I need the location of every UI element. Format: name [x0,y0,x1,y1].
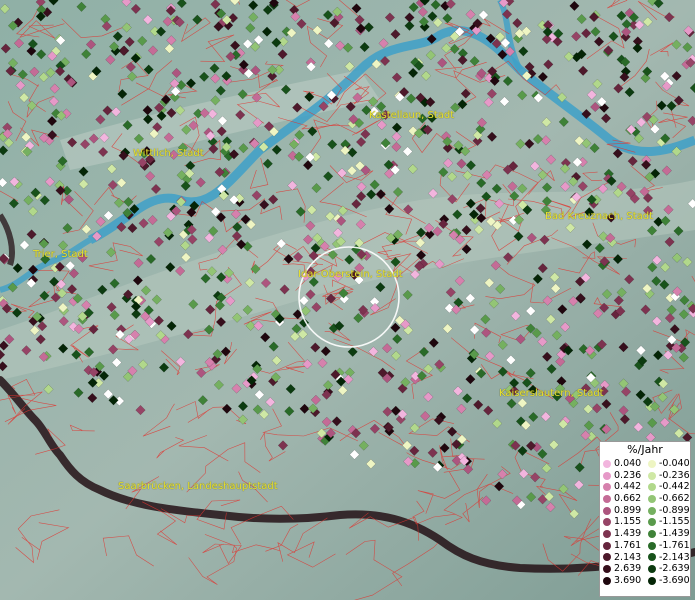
legend-label: -0.236 [659,469,690,481]
legend-swatch [648,471,656,480]
legend-label: 0.236 [614,469,642,481]
legend-swatch [648,494,656,503]
place-label-trier: Trier, Stadt [33,249,88,260]
legend-entry: 2.143 [600,552,645,564]
legend-label: 1.439 [614,528,642,540]
legend-row: 1.155 -1.155 [600,516,690,528]
legend-label: -0.040 [659,458,690,469]
legend-row: 0.662 -0.662 [600,493,690,505]
legend-label: 1.761 [614,539,642,551]
legend-swatch [648,565,656,574]
place-label-bad-kreuznach: Bad Kreuznach, Stadt [545,211,654,222]
legend-row: 0.442 -0.442 [600,481,690,493]
legend-entry: 3.690 [600,575,645,587]
legend-entry: 0.662 [600,493,645,505]
legend-swatch [648,483,656,492]
legend-row: 0.899 -0.899 [600,505,690,517]
legend-label: 2.639 [614,563,642,575]
legend-entry: 0.899 [600,505,645,517]
legend-entry: 1.761 [600,540,645,552]
legend-label: -1.155 [659,516,690,528]
legend-swatch [648,553,656,562]
legend-entry: -0.899 [645,505,690,517]
legend-row: 1.761 -1.761 [600,540,690,552]
legend-entry: -3.690 [645,575,690,587]
legend-row: 2.143 -2.143 [600,552,690,564]
legend-entry: -2.143 [645,552,690,564]
legend-swatch [603,518,611,527]
legend-label: 3.690 [614,574,642,586]
legend-label: -2.639 [659,563,690,575]
legend-entry: -1.155 [645,516,690,528]
legend-label: -2.143 [659,551,690,563]
legend-row: 1.439 -1.439 [600,528,690,540]
legend-label: -0.442 [659,481,690,493]
legend-label: -0.899 [659,504,690,516]
legend-entry: -1.761 [645,540,690,552]
legend-label: -1.439 [659,528,690,540]
legend-title: %/Jahr [627,443,663,456]
legend-swatch [648,459,656,468]
legend-swatch [648,518,656,527]
legend-entry: -0.236 [645,470,690,482]
place-label-kaiserslautern: Kaiserslautern, Stadt [499,388,604,399]
legend-entry: -0.442 [645,481,690,493]
legend-entry: 2.639 [600,563,645,575]
legend-row: 0.236 -0.236 [600,470,690,482]
legend-label: -1.761 [659,539,690,551]
legend-row: 2.639 -2.639 [600,563,690,575]
legend-label: -3.690 [659,574,690,586]
legend-swatch [603,506,611,515]
legend-entry: 0.040 [600,458,645,470]
place-label-saarbruecken: Saarbrücken, Landeshauptstadt [118,481,278,492]
legend-entry: -2.639 [645,563,690,575]
legend-entry: 0.236 [600,470,645,482]
legend-swatch [648,529,656,538]
place-label-idar-oberstein: Idar-Oberstein, Stadt [298,269,403,280]
legend-swatch [603,565,611,574]
legend-label: 0.899 [614,504,642,516]
legend-swatch [603,553,611,562]
legend-swatch [603,576,611,585]
legend-entry: 0.442 [600,481,645,493]
legend-rows: 0.040 -0.040 0.236 -0.236 0.442 -0.442 0.662 -0… [600,458,690,587]
legend-label: 0.662 [614,493,642,505]
legend-swatch [648,541,656,550]
legend-entry: -1.439 [645,528,690,540]
legend-label: 1.155 [614,516,642,528]
legend-entry: -0.662 [645,493,690,505]
legend-swatch [603,529,611,538]
legend-row: 3.690 -3.690 [600,575,690,587]
legend-row: 0.040 -0.040 [600,458,690,470]
legend-entry: 1.439 [600,528,645,540]
legend-swatch [603,483,611,492]
legend-label: 0.040 [614,458,642,469]
legend-swatch [603,471,611,480]
legend-swatch [648,576,656,585]
legend-entry: 1.155 [600,516,645,528]
legend-label: 0.442 [614,481,642,493]
legend-label: 2.143 [614,551,642,563]
legend-entry: -0.040 [645,458,690,470]
legend-swatch [603,541,611,550]
legend: %/Jahr 0.040 -0.040 0.236 -0.236 0.442 -0.442… [599,441,691,597]
place-label-kastellaun: Kastellaun, Stadt [369,110,455,121]
legend-swatch [603,494,611,503]
place-label-wittlich: Wittlich, Stadt [133,148,204,159]
legend-swatch [603,459,611,468]
map-canvas[interactable] [0,0,695,600]
legend-swatch [648,506,656,515]
legend-label: -0.662 [659,493,690,505]
